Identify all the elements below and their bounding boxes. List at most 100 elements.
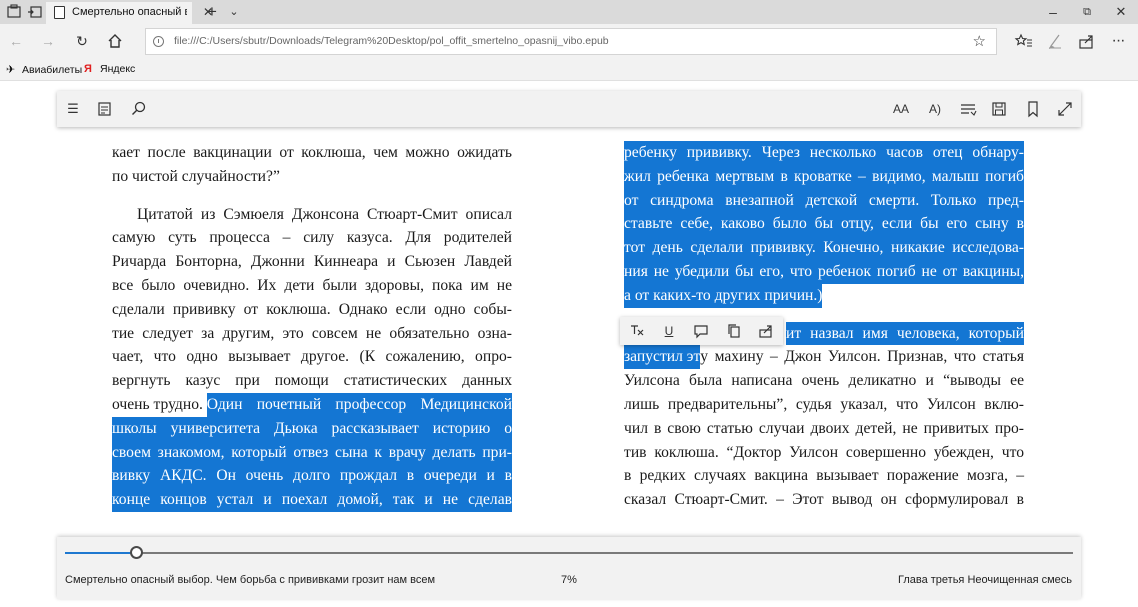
share-selection-icon[interactable] [757,322,775,340]
text-line: в редких случаях вакцина вызывает пораже… [624,464,1024,488]
tab-active[interactable]: Смертельно опасный в [46,2,192,24]
text-line: очень трудно. Один почетный профессор Ме… [112,392,512,417]
text-line: своем знакомом, который отвез сына к вра… [112,440,512,465]
text-fragment: очень трудно. [112,395,207,413]
text-line: а от каких-то других причин.) [624,283,1024,308]
progress-slider-fill [65,552,136,554]
refresh-icon[interactable]: ↻ [72,31,92,51]
favorite-label: Авиабилеты [22,64,83,76]
highlighted-text: ребенку прививку. Через несколько часов … [624,141,1024,165]
favorite-label: Яндекс [100,63,136,75]
table-of-contents-icon[interactable]: ☰ [63,99,83,119]
text-line: Уилсона была написана очень деликатно и … [624,369,1024,393]
text-line: кает после вакцинации от коклюша, чем мо… [112,141,512,165]
text-fragment: Цитатой из Сэмюеля Джонсона Стюарт-Смит … [137,205,512,223]
favorite-item-aviabilety[interactable]: ✈ Авиабилеты [6,63,82,76]
text-line: чает, что одно вызывает другое. (К сожал… [112,345,512,369]
tab-title: Смертельно опасный в [72,6,187,18]
highlighted-text: ставьте себе, каково было бы отцу, если … [624,212,1024,237]
highlight-icon[interactable] [628,322,646,340]
highlighted-text: а от каких-то других причин.) [624,283,823,308]
text-fragment: вергнуть казус при помощи статистических… [112,372,512,390]
chapter-title: Глава третья Неочищенная смесь [897,574,1072,586]
highlighted-text: школы университета Дьюка рассказывает ис… [112,416,512,441]
share-icon[interactable] [1077,31,1097,51]
text-line: запустил эт у махину – Джон Уилсон. Призн… [624,345,1024,370]
text-line: ния не убедили бы его, что ребенок погиб… [624,259,1024,284]
text-line: сделали прививку от коклюша. Однако если… [112,298,512,322]
back-arrow-icon[interactable]: ← [6,31,26,51]
comment-icon[interactable] [692,322,710,340]
text-fragment: кает после вакцинации от коклюша, чем мо… [112,144,512,161]
text-fragment: все было очевидно. Их дети были здоровы,… [112,276,512,294]
text-fragment: чил в свою статью случаи двоих детей, не… [624,419,1024,437]
home-icon[interactable] [105,31,125,51]
fullscreen-icon[interactable] [1055,99,1075,119]
favorite-star-icon[interactable]: ☆ [973,32,986,50]
text-line: вивку АКДС. Он очень долго прождал в оче… [112,464,512,489]
url-text: file:///C:/Users/sbutr/Downloads/Telegra… [174,35,609,47]
search-icon[interactable] [129,99,149,119]
close-window-icon[interactable]: ✕ [1106,0,1136,24]
left-page-column[interactable]: кает после вакцинации от коклюша, чем мо… [112,141,512,512]
more-icon[interactable]: ··· [1108,31,1128,51]
progress-slider-thumb[interactable] [130,546,143,559]
tab-preview-icon[interactable] [6,4,22,20]
text-line: сказал Стюарт-Смит. – Этот вывод он сфор… [624,488,1024,512]
text-fragment: у махину – Джон Уилсон. Признав, что ста… [700,348,1024,366]
text-fragment: тие следует за другим, это совсем не обя… [112,324,512,342]
text-line: Ричарда Бонторна, Джонни Киннеара и Сьюз… [112,250,512,274]
text-line: тот день сделали прививку. Конечно, ника… [624,236,1024,260]
minimize-icon[interactable]: – [1038,0,1068,24]
underline-icon[interactable]: U [660,322,678,340]
text-options-icon[interactable]: AA [891,99,911,119]
text-line: по чистой случайности?” [112,165,512,189]
yandex-icon: Я [84,63,92,75]
highlighted-text: от синдрома внезапной детской смерти. То… [624,188,1024,213]
learning-tools-icon[interactable] [958,99,978,119]
bookmark-icon[interactable] [1023,99,1043,119]
text-fragment: сделали прививку от коклюша. Однако если… [112,300,512,318]
set-aside-tabs-icon[interactable] [27,4,43,20]
text-line: тив коклюша. “Доктор Уилсон совершенно у… [624,441,1024,465]
text-fragment: самую суть процесса – силу казуса. Для р… [112,229,512,247]
highlighted-text: конце концов устал и поехал домой, так и… [112,488,512,512]
reader-toolbar: ☰ AA A) [57,91,1081,127]
text-line: самую суть процесса – силу казуса. Для р… [112,226,512,250]
highlighted-text: своем знакомом, который отвез сына к вра… [112,440,512,465]
read-aloud-icon[interactable]: A) [925,99,945,119]
text-line: ставьте себе, каково было бы отцу, если … [624,212,1024,237]
highlighted-text: запустил эт [624,345,701,370]
forward-arrow-icon[interactable]: → [38,31,58,51]
progress-slider-track[interactable] [65,552,1073,554]
ebook-reader: ☰ AA A) кает после вакцинации от коклюша… [0,81,1138,607]
highlighted-text: ит назвал имя человека, который [786,321,1024,346]
progress-percent: 7% [561,574,577,586]
pen-icon[interactable] [1045,31,1065,51]
plane-icon: ✈ [6,64,16,76]
document-icon [54,6,65,19]
info-icon[interactable] [153,36,164,47]
text-fragment: Уилсона была написана очень деликатно и … [624,372,1024,390]
chevron-down-icon[interactable]: ⌄ [219,0,249,24]
favorites-hub-icon[interactable] [1014,31,1034,51]
favorites-bar: ✈ Авиабилеты Я Яндекс [0,59,1138,81]
restore-icon[interactable]: ⧉ [1072,0,1102,24]
text-line: жил ребенка мертвым в кроватке – видимо,… [624,164,1024,189]
tab-strip: Смертельно опасный в ✕ + ⌄ – ⧉ ✕ [0,0,1138,24]
text-fragment: чает, что одно вызывает другое. (К сожал… [112,348,512,366]
text-line: все было очевидно. Их дети были здоровы,… [112,274,512,298]
selection-toolbar: U [620,317,783,345]
address-bar[interactable]: file:///C:/Users/sbutr/Downloads/Telegra… [145,28,997,55]
copy-icon[interactable] [725,322,743,340]
favorite-item-yandex[interactable]: Я Яндекс [84,63,135,75]
bookmarks-list-icon[interactable] [95,99,115,119]
text-line: лишь предварительны”, судья указал, что … [624,393,1024,417]
save-icon[interactable] [989,99,1009,119]
highlighted-text: жил ребенка мертвым в кроватке – видимо,… [624,164,1024,189]
text-fragment: по чистой случайности?” [112,167,280,185]
nav-bar: ← → ↻ file:///C:/Users/sbutr/Downloads/T… [0,24,1138,59]
text-line: ребенку прививку. Через несколько часов … [624,141,1024,165]
highlighted-text: тот день сделали прививку. Конечно, ника… [624,236,1024,260]
